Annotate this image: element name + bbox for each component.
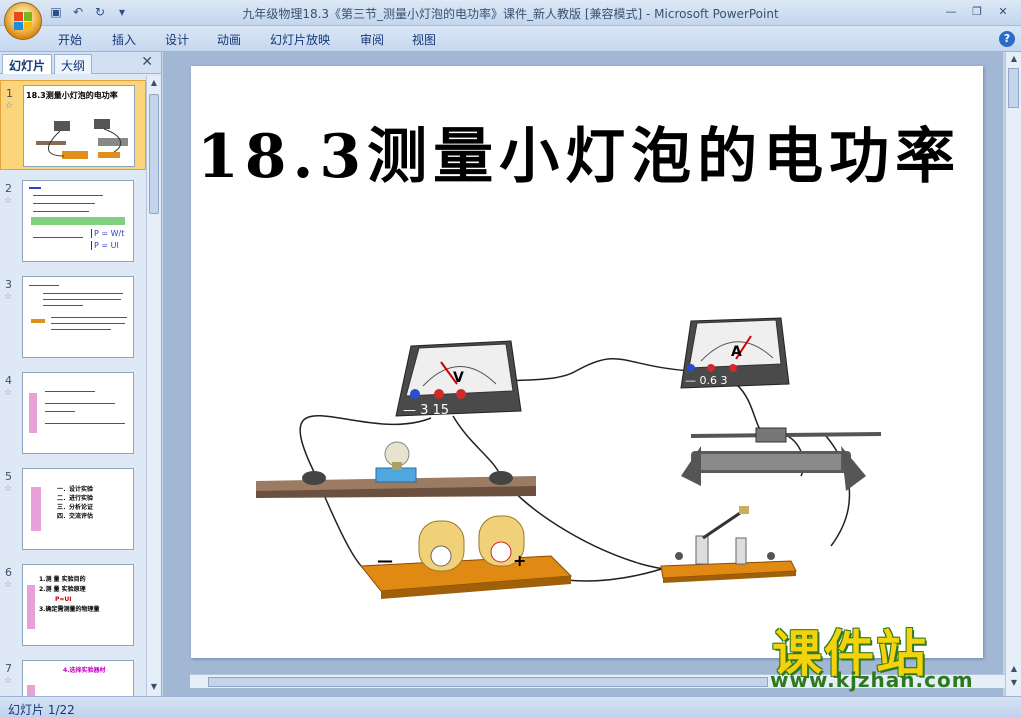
thumbnail-scrollbar[interactable]: ▲ ▼ <box>146 76 160 696</box>
status-bar: 幻灯片 1/22 <box>0 696 1021 718</box>
slide-thumbnail <box>22 372 134 454</box>
thumbnail-circuit <box>36 119 128 159</box>
animation-star-icon: ☆ <box>4 580 13 590</box>
thumbnail-formula: P = UI <box>91 241 119 250</box>
thumbnail-text: 一．设计实验 <box>57 486 94 493</box>
tab-slides[interactable]: 幻灯片 <box>2 54 53 74</box>
battery-negative: — <box>377 551 393 570</box>
thumbnail-number: 2 <box>5 182 12 195</box>
battery-positive: + <box>513 551 526 570</box>
lamp-board <box>256 441 536 498</box>
thumbnail-text: 3.确定需测量的物理量 <box>39 606 100 613</box>
voltmeter-terminals: — 3 15 <box>403 403 449 418</box>
minimize-icon[interactable]: — <box>939 3 963 21</box>
slide-thumbnail <box>22 276 134 358</box>
thumbnail-number: 7 <box>5 662 12 675</box>
previous-slide-icon[interactable]: ▲ <box>1009 664 1019 676</box>
maximize-icon[interactable]: ❐ <box>965 3 989 21</box>
thumbnail-text: 三．分析论证 <box>57 504 94 511</box>
scroll-thumb[interactable] <box>149 94 159 214</box>
voltmeter-label: V <box>453 370 464 386</box>
thumbnail-list: 1 ☆ 18.3测量小灯泡的电功率 2 ☆ P = W/t P = UI 3 ☆… <box>0 76 146 696</box>
thumbnail-text: 二．进行实验 <box>57 495 94 502</box>
tab-home[interactable]: 开始 <box>58 31 82 48</box>
office-button[interactable] <box>4 2 42 40</box>
current-slide[interactable]: 18.3测量小灯泡的电功率 V — 3 15 A — 0.6 3 — + <box>191 66 983 658</box>
tab-animations[interactable]: 动画 <box>217 31 241 48</box>
tab-outline[interactable]: 大纲 <box>54 54 93 74</box>
office-logo-icon <box>14 12 32 30</box>
slide-thumbnail: 1.测 量 实验目的 2.测 量 实验原理 P=UI 3.确定需测量的物理量 <box>22 564 134 646</box>
title-bar: ▣ ↶ ↻ ▾ 九年级物理18.3《第三节_测量小灯泡的电功率》课件_新人教版 … <box>0 0 1021 40</box>
thumbnail-number: 3 <box>5 278 12 291</box>
animation-star-icon: ☆ <box>4 196 13 206</box>
ribbon-tabs: 开始 插入 设计 动画 幻灯片放映 审阅 视图 ? <box>0 26 1021 52</box>
thumbnail-row[interactable]: 7 ☆ 4.选择实验器材 <box>0 656 146 696</box>
thumbnail-row[interactable]: 2 ☆ P = W/t P = UI <box>0 176 146 266</box>
thumbnail-text: 1.测 量 实验目的 <box>39 576 86 583</box>
thumbnail-row[interactable]: 1 ☆ 18.3测量小灯泡的电功率 <box>0 80 146 170</box>
scroll-up-icon[interactable]: ▲ <box>1009 54 1019 66</box>
ammeter-terminals: — 0.6 3 <box>685 374 728 387</box>
slide-vertical-scrollbar[interactable]: ▲ ▲ ▼ <box>1005 52 1021 696</box>
rheostat <box>681 427 882 491</box>
scroll-thumb[interactable] <box>208 677 768 687</box>
animation-star-icon: ☆ <box>5 101 14 111</box>
scroll-down-icon[interactable]: ▼ <box>149 682 159 694</box>
thumbnail-number: 5 <box>5 470 12 483</box>
switch <box>660 506 797 583</box>
thumbnail-text: 2.测 量 实验原理 <box>39 586 86 593</box>
window-controls: — ❐ ✕ <box>939 3 1015 21</box>
thumbnail-text: 四．交流评估 <box>57 513 94 520</box>
slide-thumbnail: P = W/t P = UI <box>22 180 134 262</box>
voltmeter: V — 3 15 <box>395 340 522 418</box>
tab-insert[interactable]: 插入 <box>112 31 136 48</box>
thumbnail-row[interactable]: 5 ☆ 一．设计实验 二．进行实验 三．分析论证 四．交流评估 <box>0 464 146 554</box>
tab-slideshow[interactable]: 幻灯片放映 <box>270 31 330 48</box>
thumbnail-row[interactable]: 4 ☆ <box>0 368 146 458</box>
panel-tabs: 幻灯片 大纲 ✕ <box>0 52 161 74</box>
thumbnail-text: 4.选择实验器材 <box>63 667 106 674</box>
slide-editing-area: 18.3测量小灯泡的电功率 V — 3 15 A — 0.6 3 — + <box>163 52 1003 696</box>
slide-counter: 幻灯片 1/22 <box>8 703 75 717</box>
ammeter-label: A <box>731 344 742 360</box>
thumbnail-number: 4 <box>5 374 12 387</box>
close-panel-icon[interactable]: ✕ <box>141 54 153 70</box>
battery-holder: — + <box>360 515 573 599</box>
slides-panel: 幻灯片 大纲 ✕ 1 ☆ 18.3测量小灯泡的电功率 2 ☆ P = W/t P… <box>0 52 162 696</box>
slide-thumbnail: 一．设计实验 二．进行实验 三．分析论证 四．交流评估 <box>22 468 134 550</box>
thumbnail-number: 6 <box>5 566 12 579</box>
tab-view[interactable]: 视图 <box>412 31 436 48</box>
slide-thumbnail: 18.3测量小灯泡的电功率 <box>23 85 135 167</box>
tab-review[interactable]: 审阅 <box>360 31 384 48</box>
thumbnail-formula: P = W/t <box>91 229 124 238</box>
scroll-up-icon[interactable]: ▲ <box>149 78 159 90</box>
next-slide-icon[interactable]: ▼ <box>1009 678 1019 690</box>
thumbnail-row[interactable]: 3 ☆ <box>0 272 146 362</box>
animation-star-icon: ☆ <box>4 676 13 686</box>
close-icon[interactable]: ✕ <box>991 3 1015 21</box>
circuit-illustration: V — 3 15 A — 0.6 3 — + <box>256 317 882 599</box>
thumbnail-text: P=UI <box>55 596 72 603</box>
scroll-thumb[interactable] <box>1008 68 1019 108</box>
help-icon[interactable]: ? <box>999 31 1015 47</box>
thumbnail-row[interactable]: 6 ☆ 1.测 量 实验目的 2.测 量 实验原理 P=UI 3.确定需测量的物… <box>0 560 146 650</box>
animation-star-icon: ☆ <box>4 484 13 494</box>
thumbnail-number: 1 <box>6 87 13 100</box>
animation-star-icon: ☆ <box>4 292 13 302</box>
slide-thumbnail: 4.选择实验器材 <box>22 660 134 696</box>
ammeter: A — 0.6 3 <box>680 317 790 389</box>
watermark-url: www.kjzhan.com <box>770 668 974 692</box>
tab-design[interactable]: 设计 <box>165 31 189 48</box>
animation-star-icon: ☆ <box>4 388 13 398</box>
window-title: 九年级物理18.3《第三节_测量小灯泡的电功率》课件_新人教版 [兼容模式] -… <box>242 7 779 21</box>
